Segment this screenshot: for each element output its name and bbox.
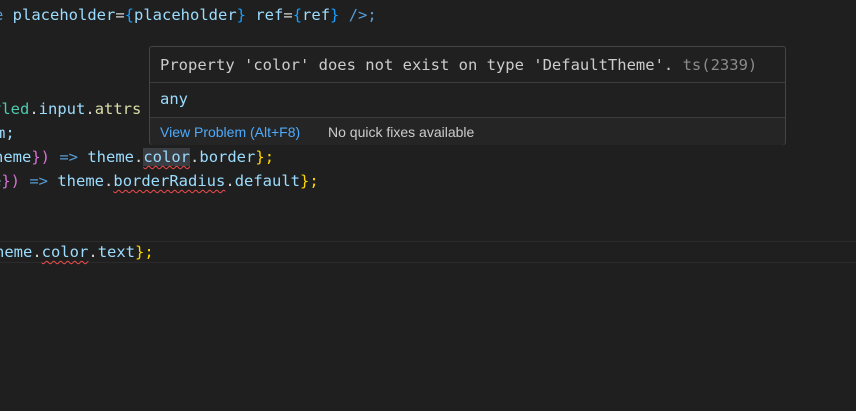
token-param: heme [0,148,32,166]
token-object: yled [0,100,30,118]
token-arrow: => [50,148,88,166]
token-arrow: => [20,172,58,190]
code-line-3[interactable]: m; [0,122,15,145]
token-op: = [283,6,293,24]
no-quick-fixes-label: No quick fixes available [328,124,475,140]
hover-status-bar: View Problem (Alt+F8) No quick fixes ava… [150,118,785,145]
token-dot: . [104,172,114,190]
type-info: any [160,90,188,108]
token-end: }; [255,148,275,166]
view-problem-link[interactable]: View Problem (Alt+F8) [160,122,300,142]
token-brace: { [124,6,135,24]
token-dot: . [225,172,235,190]
token-object: theme [57,172,105,190]
token-fn: attrs [94,100,142,118]
code-line-5[interactable]: e}) => theme.borderRadius.default}; [0,170,319,193]
token-object: theme [87,148,134,166]
code-line-1[interactable]: e placeholder={placeholder} ref={ref} />… [0,4,377,27]
token-object: heme [0,243,33,261]
error-token-borderradius[interactable]: borderRadius [113,172,225,190]
token-brace: }) [1,172,21,190]
error-message-text: Property 'color' does not exist on type … [160,56,674,74]
token-prop: border [199,148,256,166]
token-attr: ref [246,6,284,24]
token-brace: { [292,6,303,24]
divider [150,82,785,83]
token-dot: . [88,243,98,261]
error-token-color[interactable]: color [143,148,191,166]
token-value: ref [302,6,331,24]
token-dot: . [190,148,200,166]
error-code: ts(2339) [682,56,758,74]
token-dot: . [85,100,95,118]
token-dot: . [32,243,42,261]
token-tag-end: />; [339,6,377,24]
token-attr: placeholder [12,6,116,24]
token-end: }; [300,172,319,190]
hover-tooltip: Property 'color' does not exist on type … [149,46,786,145]
error-token-color[interactable]: color [42,243,89,261]
token-brace: } [330,6,340,24]
token-prop: default [234,172,301,190]
token-op: = [115,6,125,24]
token: m; [0,124,15,142]
token-prop: input [38,100,86,118]
error-message: Property 'color' does not exist on type … [160,54,757,76]
token-brace: }) [31,148,50,166]
token-end: }; [135,243,154,261]
code-line-6[interactable]: heme.color.text}; [0,241,154,264]
token-prop: text [97,243,136,261]
token: e [0,6,13,24]
code-line-4[interactable]: heme}) => theme.color.border}; [0,146,274,169]
token-dot: . [29,100,39,118]
token-value: placeholder [134,6,237,24]
code-line-2[interactable]: yled.input.attrs [0,98,141,121]
token-dot: . [134,148,144,166]
token-brace: } [236,6,247,24]
